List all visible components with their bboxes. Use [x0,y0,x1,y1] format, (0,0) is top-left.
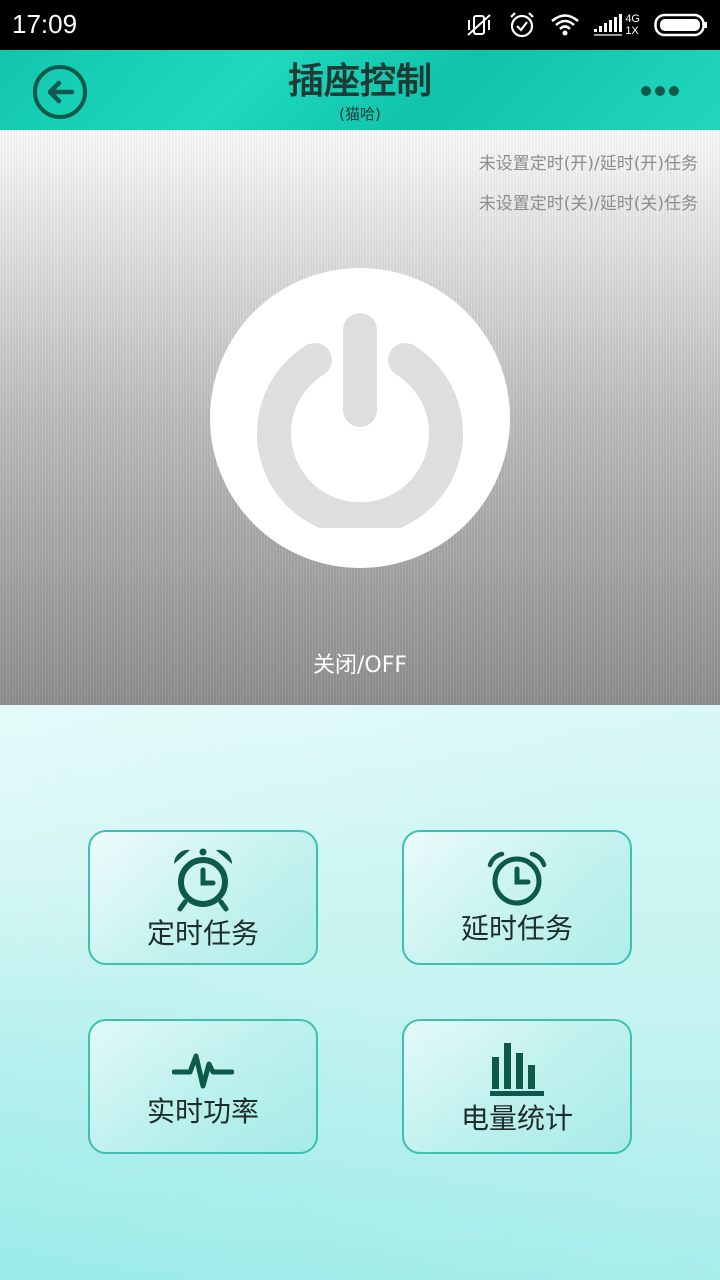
delay-task-label: 延时任务 [460,911,573,945]
vibrate-off-icon [464,11,494,39]
more-dots-icon [641,86,679,96]
bar-chart-icon [490,1042,544,1096]
app-header: 插座控制 (猫哈) [0,50,720,130]
network-bottom-label: 1X [625,25,639,37]
more-button[interactable] [640,83,680,99]
realtime-power-label: 实时功率 [146,1094,259,1128]
alarm-icon [508,11,536,39]
task-status-off: 未设置定时(关)/延时(关)任务 [478,194,698,214]
wifi-icon [550,13,580,37]
alarm-clock-icon [173,848,233,911]
delay-task-button[interactable]: 延时任务 [402,830,632,965]
battery-icon [654,13,708,37]
clock-icon [487,851,547,905]
function-panel: 定时任务 延时任务 实时功率 电量统计 [0,705,720,1280]
task-status-on: 未设置定时(开)/延时(开)任务 [478,154,698,174]
power-button[interactable] [210,268,510,568]
power-state-label: 关闭/OFF [312,653,408,678]
timer-task-label: 定时任务 [146,916,259,950]
energy-stats-button[interactable]: 电量统计 [402,1019,632,1154]
realtime-power-button[interactable]: 实时功率 [88,1019,318,1154]
power-control-panel: 未设置定时(开)/延时(开)任务 未设置定时(关)/延时(关)任务 关闭/OFF [0,130,720,705]
network-top-label: 4G [625,13,640,25]
energy-stats-label: 电量统计 [460,1101,573,1135]
page-title: 插座控制 [287,61,432,102]
page-subtitle: (猫哈) [339,105,381,123]
status-bar: 17:09 4G 1X [0,0,720,50]
power-icon [257,313,463,528]
network-type: 4G 1X [625,13,640,37]
pulse-icon [172,1053,234,1088]
timer-task-button[interactable]: 定时任务 [88,830,318,965]
status-time: 17:09 [12,9,78,39]
signal-icon: 4G 1X [594,13,640,37]
status-icons: 4G 1X [464,8,708,42]
